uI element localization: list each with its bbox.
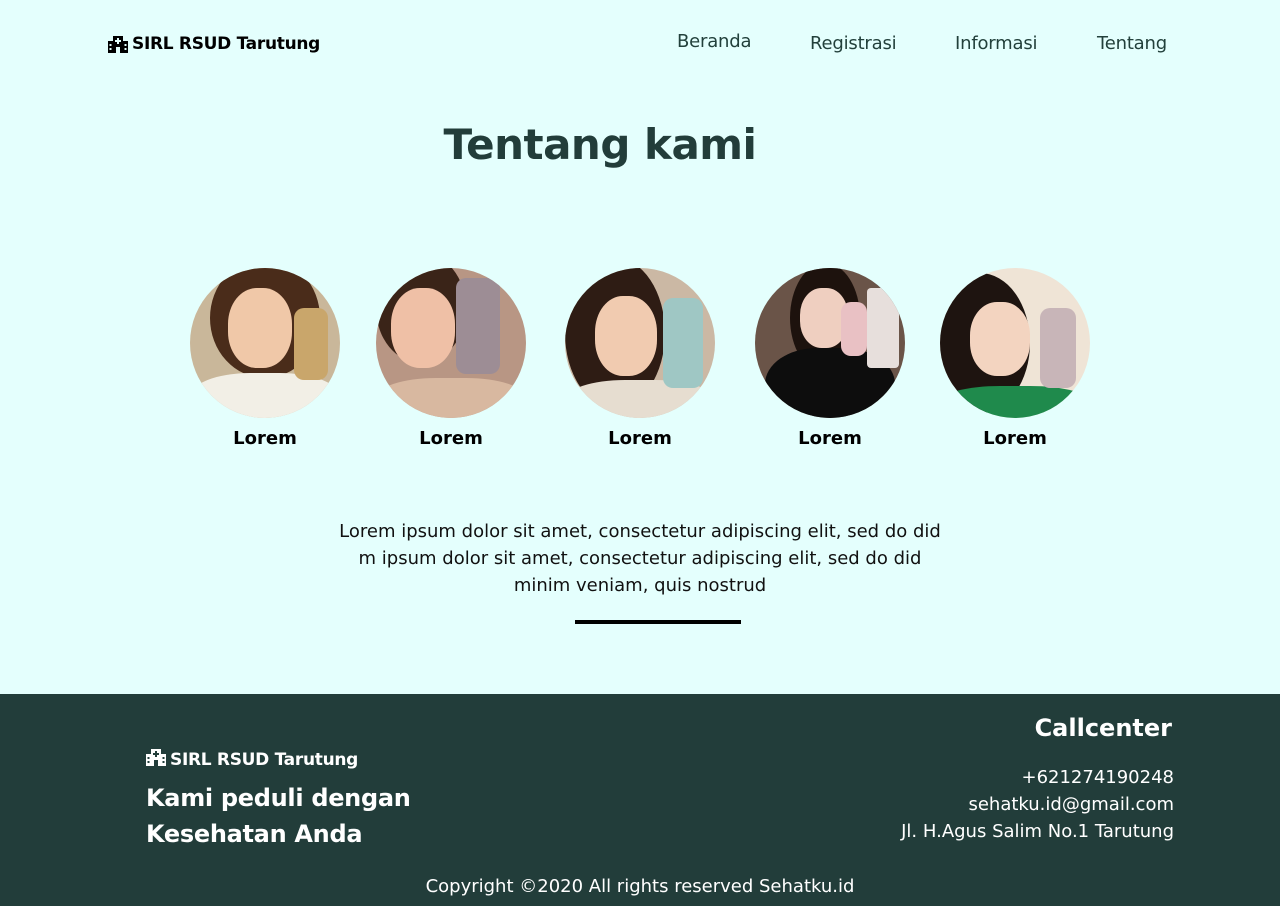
member-name: Lorem — [983, 428, 1047, 449]
footer-tagline: Kami peduli dengan Kesehatan Anda — [146, 784, 411, 848]
footer-brand-name: SIRL RSUD Tarutung — [170, 749, 359, 770]
team-member: Lorem — [376, 268, 526, 449]
member-name: Lorem — [419, 428, 483, 449]
nav-beranda[interactable]: Beranda — [677, 31, 752, 52]
nav-informasi[interactable]: Informasi — [955, 33, 1037, 54]
member-photo — [755, 268, 905, 418]
section-divider — [575, 620, 741, 624]
about-description: Lorem ipsum dolor sit amet, consectetur … — [339, 521, 941, 596]
nav-registrasi[interactable]: Registrasi — [810, 33, 897, 54]
team-member: Lorem — [565, 268, 715, 449]
member-name: Lorem — [608, 428, 672, 449]
contact-address: Jl. H.Agus Salim No.1 Tarutung — [901, 821, 1174, 842]
nav-tentang[interactable]: Tentang — [1097, 33, 1167, 54]
footer-brand-logo[interactable]: SIRL RSUD Tarutung — [146, 748, 358, 771]
contact-info: +621274190248 sehatku.id@gmail.com Jl. H… — [901, 764, 1174, 845]
member-photo — [565, 268, 715, 418]
member-photo — [376, 268, 526, 418]
team-member: Lorem — [190, 268, 340, 449]
hospital-icon — [146, 748, 166, 771]
copyright: Copyright ©2020 All rights reserved Seha… — [425, 876, 855, 897]
contact-email[interactable]: sehatku.id@gmail.com — [901, 791, 1174, 818]
page-title: Tentang kami — [443, 120, 757, 169]
team-member: Lorem — [755, 268, 905, 449]
member-name: Lorem — [233, 428, 297, 449]
footer: SIRL RSUD Tarutung Kami peduli dengan Ke… — [0, 694, 1280, 906]
member-name: Lorem — [798, 428, 862, 449]
main-nav: Beranda Registrasi Informasi Tentang — [0, 30, 1280, 60]
member-photo — [940, 268, 1090, 418]
callcenter-title: Callcenter — [1034, 714, 1172, 742]
contact-phone[interactable]: +621274190248 — [901, 764, 1174, 791]
member-photo — [190, 268, 340, 418]
team-member: Lorem — [940, 268, 1090, 449]
